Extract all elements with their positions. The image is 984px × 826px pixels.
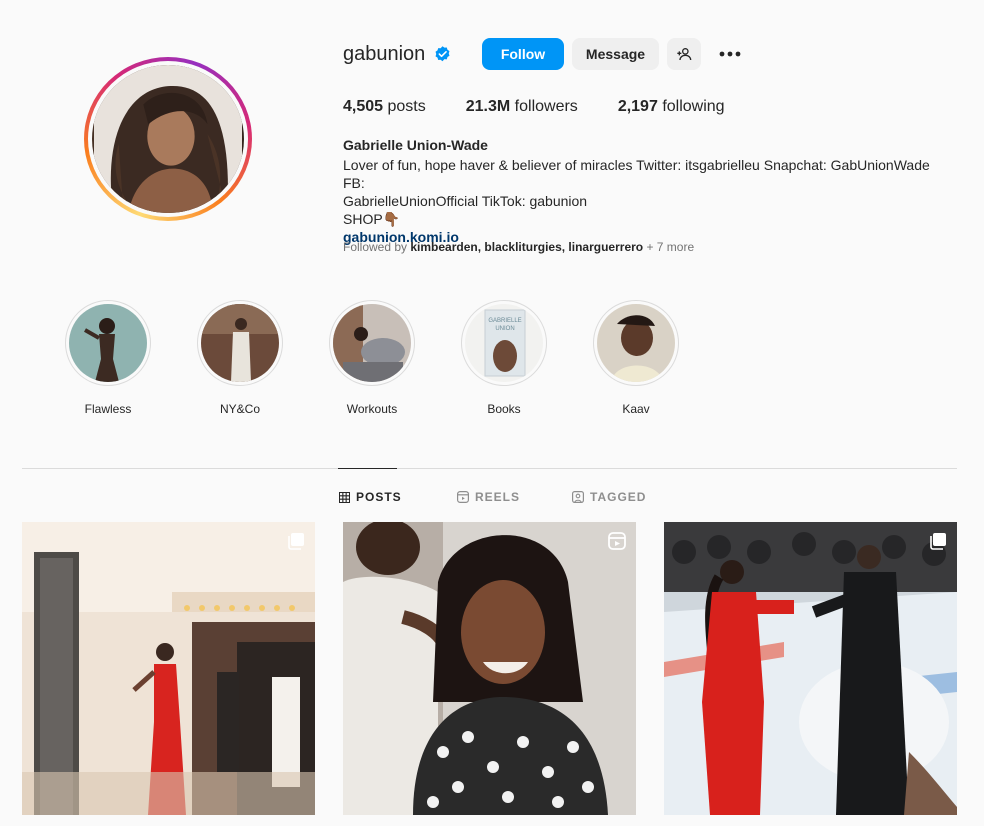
svg-text:GABRIELLE: GABRIELLE (488, 318, 521, 324)
highlight-ny-co[interactable]: NY&Co (196, 300, 284, 416)
post-image (22, 522, 315, 815)
svg-text:UNION: UNION (495, 326, 514, 332)
bio-line: GabrielleUnionOfficial TikTok: gabunion (343, 193, 588, 209)
message-button[interactable]: Message (572, 38, 659, 70)
highlight-label: Flawless (84, 402, 132, 416)
following-count-value: 2,197 (617, 98, 658, 115)
highlight-label: NY&Co (219, 402, 260, 416)
bio-line: SHOP👇🏾 (343, 211, 401, 227)
post-image (664, 522, 957, 815)
reel-icon (608, 532, 626, 550)
carousel-icon (930, 533, 946, 550)
following-count[interactable]: 2,197 following (618, 98, 725, 116)
highlight-ring (65, 300, 151, 386)
tab-tagged-label: TAGGED (590, 490, 647, 504)
highlight-cover (597, 304, 675, 382)
followed-by-prefix: Followed by (343, 240, 408, 254)
post-tile[interactable] (664, 522, 957, 815)
tab-reels[interactable]: REELS (457, 489, 520, 505)
followers-count-label: followers (514, 98, 578, 115)
profile-username: gabunion (343, 43, 452, 66)
highlight-ring: GABRIELLE UNION (461, 300, 547, 386)
add-user-icon (677, 48, 692, 61)
highlight-workouts[interactable]: Workouts (328, 300, 416, 416)
tabs-divider (22, 468, 957, 469)
highlight-ring (197, 300, 283, 386)
followed-by-names[interactable]: kimbearden, blackliturgies, linarguerrer… (410, 240, 643, 254)
username-text: gabunion (343, 43, 426, 65)
verified-badge-icon (435, 46, 450, 62)
tab-posts[interactable]: POSTS (339, 489, 402, 505)
carousel-icon (288, 533, 304, 550)
highlight-label: Books (487, 402, 521, 416)
followed-by-more: + 7 more (643, 240, 695, 254)
profile-full-name: Gabrielle Union-Wade (343, 137, 488, 153)
bio-line: Lover of fun, hope haver & believer of m… (343, 157, 930, 191)
more-options-icon[interactable] (716, 44, 744, 64)
avatar-frame (88, 61, 248, 217)
posts-count: 4,505 posts (343, 98, 426, 116)
highlight-books[interactable]: GABRIELLE UNION Books (460, 300, 548, 416)
grid-icon (339, 491, 350, 503)
following-count-label: following (662, 98, 725, 115)
tab-tagged[interactable]: TAGGED (572, 489, 646, 505)
profile-stats: 4,505 posts 21.3M followers 2,197 follow… (343, 98, 725, 116)
tab-posts-label: POSTS (356, 490, 402, 504)
tagged-icon (572, 491, 584, 503)
highlight-ring (329, 300, 415, 386)
highlight-label: Kaav (622, 402, 650, 416)
post-tile[interactable] (343, 522, 636, 815)
avatar[interactable] (92, 65, 244, 213)
highlight-label: Workouts (346, 402, 398, 416)
reels-icon (457, 491, 469, 503)
tab-reels-label: REELS (475, 490, 521, 504)
active-tab-indicator (338, 468, 397, 469)
highlight-cover (69, 304, 147, 382)
followers-count-value: 21.3M (465, 98, 511, 115)
followed-by[interactable]: Followed by kimbearden, blackliturgies, … (343, 240, 694, 254)
post-tile[interactable] (22, 522, 315, 815)
highlight-cover: GABRIELLE UNION (465, 304, 543, 382)
avatar-portrait (94, 65, 242, 213)
profile-avatar-ring[interactable] (84, 57, 252, 221)
post-image (343, 522, 636, 815)
follow-button[interactable]: Follow (482, 38, 564, 70)
highlight-ring (593, 300, 679, 386)
highlight-cover (201, 304, 279, 382)
highlight-flawless[interactable]: Flawless (64, 300, 152, 416)
profile-bio: Lover of fun, hope haver & believer of m… (343, 156, 953, 246)
posts-count-label: posts (387, 98, 426, 115)
posts-count-value: 4,505 (343, 98, 384, 115)
highlight-cover (333, 304, 411, 382)
suggested-users-button[interactable] (667, 38, 701, 70)
highlight-kaav[interactable]: Kaav (592, 300, 680, 416)
followers-count[interactable]: 21.3M followers (466, 98, 578, 116)
